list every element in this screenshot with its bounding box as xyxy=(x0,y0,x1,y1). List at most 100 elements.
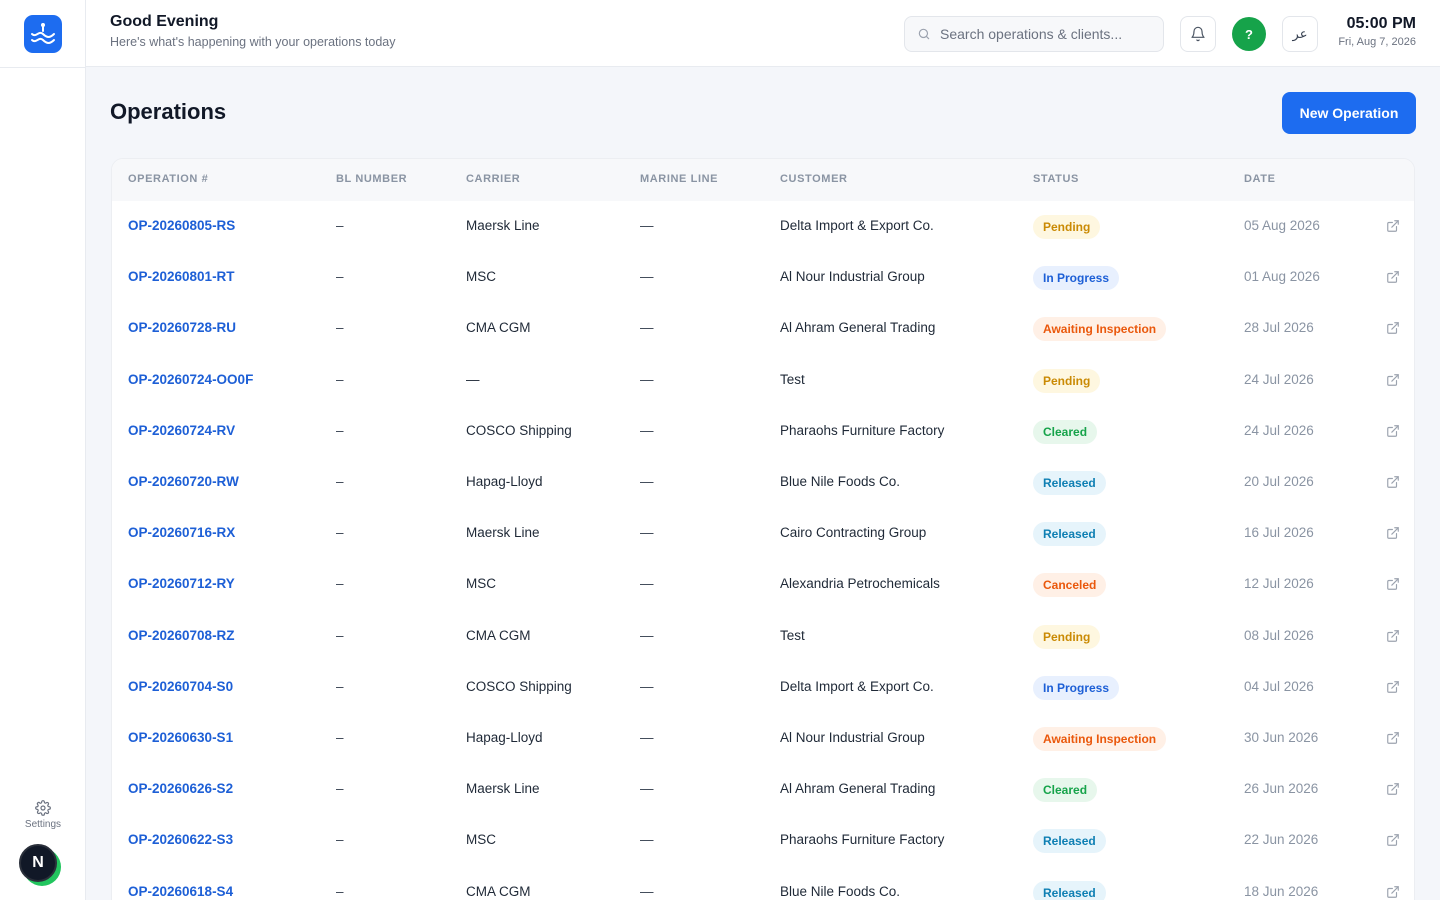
help-button[interactable]: ? xyxy=(1232,17,1266,51)
table-row[interactable]: OP-20260728-RU – CMA CGM — Al Ahram General … xyxy=(112,303,1414,354)
operation-id-link[interactable]: OP-20260720-RW xyxy=(128,474,239,489)
gear-icon xyxy=(35,800,51,816)
customer-cell: Test xyxy=(780,627,805,643)
customer-cell: Cairo Contracting Group xyxy=(780,525,927,541)
column-header-date[interactable]: DATE xyxy=(1244,173,1276,185)
table-row[interactable]: OP-20260630-S1 – Hapag-Lloyd — Al Nour Indus… xyxy=(112,713,1414,764)
sidebar: Settings N xyxy=(0,0,86,900)
external-link-icon[interactable] xyxy=(1386,680,1400,694)
status-badge: In Progress xyxy=(1033,266,1120,291)
external-link-icon[interactable] xyxy=(1386,270,1400,284)
bl-number-cell: – xyxy=(336,576,344,592)
date-cell: 05 Aug 2026 xyxy=(1244,218,1320,233)
carrier-cell: — xyxy=(466,371,480,387)
column-header-bl-number[interactable]: BL NUMBER xyxy=(336,173,407,185)
external-link-icon[interactable] xyxy=(1386,321,1400,335)
status-badge: Released xyxy=(1033,471,1106,495)
language-toggle-button[interactable]: عر xyxy=(1282,16,1318,52)
table-header: OPERATION # BL NUMBER CARRIER MARINE LIN… xyxy=(112,159,1414,201)
date-cell: 24 Jul 2026 xyxy=(1244,371,1314,387)
operation-id-link[interactable]: OP-20260630-S1 xyxy=(128,730,233,745)
table-row[interactable]: OP-20260622-S3 – MSC — Pharaohs Furniture Fa… xyxy=(112,815,1414,866)
operation-id-link[interactable]: OP-20260724-OO0F xyxy=(128,372,253,387)
new-operation-button[interactable]: New Operation xyxy=(1282,92,1416,134)
external-link-icon[interactable] xyxy=(1386,475,1400,489)
app-logo[interactable] xyxy=(24,15,62,53)
search-box[interactable] xyxy=(904,16,1164,52)
column-header-customer[interactable]: CUSTOMER xyxy=(780,173,848,185)
table-row[interactable]: OP-20260801-RT – MSC — Al Nour Industrial Gr… xyxy=(112,252,1414,303)
external-link-icon[interactable] xyxy=(1386,219,1400,233)
table-row[interactable]: OP-20260724-OO0F – — — Test 24 Jul 2026 Pendin… xyxy=(112,355,1414,406)
sidebar-item-settings[interactable]: Settings xyxy=(0,800,86,830)
table-row[interactable]: OP-20260626-S2 – Maersk Line — Al Ahram Gene… xyxy=(112,764,1414,815)
column-header-carrier[interactable]: CARRIER xyxy=(466,173,520,185)
date-cell: 30 Jun 2026 xyxy=(1244,730,1319,745)
date-cell: 16 Jul 2026 xyxy=(1244,525,1314,541)
table-row[interactable]: OP-20260708-RZ – CMA CGM — Test 08 Jul 2026 Pe… xyxy=(112,611,1414,662)
notifications-button[interactable] xyxy=(1180,16,1216,52)
customer-cell: Blue Nile Foods Co. xyxy=(780,883,901,899)
date-cell: 20 Jul 2026 xyxy=(1244,474,1314,489)
customer-cell: Delta Import & Export Co. xyxy=(780,218,934,233)
carrier-cell: MSC xyxy=(466,269,496,285)
marine-line-cell: — xyxy=(640,474,654,489)
customer-cell: Delta Import & Export Co. xyxy=(780,678,934,694)
status-badge: Awaiting Inspection xyxy=(1033,317,1167,342)
date-cell: 28 Jul 2026 xyxy=(1244,320,1314,336)
carrier-cell: MSC xyxy=(466,576,496,592)
table-row[interactable]: OP-20260712-RY – MSC — Alexandria Petrochemi… xyxy=(112,559,1414,610)
operation-id-link[interactable]: OP-20260708-RZ xyxy=(128,628,235,643)
carrier-cell: CMA CGM xyxy=(466,320,531,336)
marine-line-cell: — xyxy=(640,832,654,848)
external-link-icon[interactable] xyxy=(1386,833,1400,847)
marine-line-cell: — xyxy=(640,371,654,387)
external-link-icon[interactable] xyxy=(1386,424,1400,438)
search-input[interactable] xyxy=(940,26,1150,42)
operation-id-link[interactable]: OP-20260618-S4 xyxy=(128,884,233,899)
table-row[interactable]: OP-20260724-RV – COSCO Shipping — Pharaohs F… xyxy=(112,406,1414,457)
date-cell: 22 Jun 2026 xyxy=(1244,832,1319,848)
table-row[interactable]: OP-20260618-S4 – CMA CGM — Blue Nile Foods C… xyxy=(112,867,1414,900)
clock-date: Fri, Aug 7, 2026 xyxy=(1338,36,1416,48)
external-link-icon[interactable] xyxy=(1386,885,1400,899)
status-badge: Released xyxy=(1033,880,1106,900)
marine-line-cell: — xyxy=(640,678,654,694)
table-row[interactable]: OP-20260716-RX – Maersk Line — Cairo Contrac… xyxy=(112,508,1414,559)
column-header-status[interactable]: STATUS xyxy=(1033,173,1079,185)
table-row[interactable]: OP-20260805-RS – Maersk Line — Delta Import … xyxy=(112,201,1414,252)
bl-number-cell: – xyxy=(336,320,344,336)
operation-id-link[interactable]: OP-20260626-S2 xyxy=(128,781,233,796)
date-cell: 12 Jul 2026 xyxy=(1244,576,1314,592)
status-badge: Canceled xyxy=(1033,573,1107,598)
operations-table: OPERATION # BL NUMBER CARRIER MARINE LIN… xyxy=(111,158,1415,900)
external-link-icon[interactable] xyxy=(1386,577,1400,591)
carrier-cell: COSCO Shipping xyxy=(466,678,572,694)
operation-id-link[interactable]: OP-20260724-RV xyxy=(128,423,235,438)
top-header: Good Evening Here's what's happening wit… xyxy=(86,0,1440,67)
bl-number-cell: – xyxy=(336,474,344,489)
operation-id-link[interactable]: OP-20260728-RU xyxy=(128,320,236,335)
sidebar-divider xyxy=(0,67,86,68)
marine-line-cell: — xyxy=(640,576,654,592)
operation-id-link[interactable]: OP-20260704-S0 xyxy=(128,679,233,694)
date-cell: 24 Jul 2026 xyxy=(1244,422,1314,438)
search-icon xyxy=(918,28,930,40)
clock-time: 05:00 PM xyxy=(1346,15,1416,32)
external-link-icon[interactable] xyxy=(1386,373,1400,387)
operation-id-link[interactable]: OP-20260805-RS xyxy=(128,218,235,233)
operation-id-link[interactable]: OP-20260622-S3 xyxy=(128,832,233,847)
column-header-marine-line[interactable]: MARINE LINE xyxy=(640,173,718,185)
external-link-icon[interactable] xyxy=(1386,629,1400,643)
external-link-icon[interactable] xyxy=(1386,526,1400,540)
table-row[interactable]: OP-20260720-RW – Hapag-Lloyd — Blue Nile Foo… xyxy=(112,457,1414,508)
external-link-icon[interactable] xyxy=(1386,731,1400,745)
operation-id-link[interactable]: OP-20260716-RX xyxy=(128,525,235,540)
column-header-operation[interactable]: OPERATION # xyxy=(128,173,208,185)
operation-id-link[interactable]: OP-20260712-RY xyxy=(128,576,235,591)
user-avatar[interactable]: N xyxy=(19,844,57,882)
external-link-icon[interactable] xyxy=(1386,782,1400,796)
operation-id-link[interactable]: OP-20260801-RT xyxy=(128,269,235,284)
table-row[interactable]: OP-20260704-S0 – COSCO Shipping — Delta Impo… xyxy=(112,662,1414,713)
bl-number-cell: – xyxy=(336,269,344,285)
